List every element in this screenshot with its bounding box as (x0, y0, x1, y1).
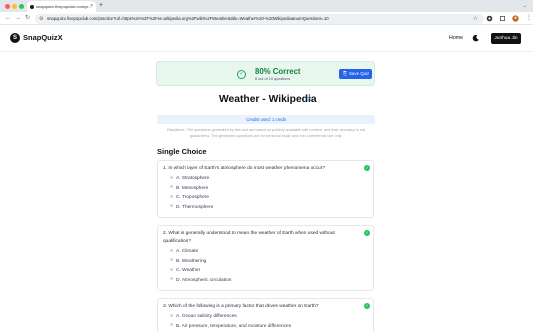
answer-option[interactable]: B. Air pressure, temperature, and moistu… (170, 323, 291, 330)
section-title: Single Choice (157, 147, 207, 156)
question-card: 2. What is generally understood to mean … (157, 225, 374, 291)
score-count: 8 out of 10 questions (255, 77, 291, 81)
maximize-window-dot[interactable] (19, 3, 24, 9)
question-text-continued: qualification? (163, 238, 192, 244)
answer-option[interactable]: C. Weather (170, 267, 200, 274)
downloads-icon[interactable] (499, 15, 506, 22)
logo-text[interactable]: SnapQuizX (23, 33, 63, 43)
profile-avatar-icon[interactable] (512, 15, 519, 22)
forward-icon[interactable]: → (15, 12, 21, 25)
correct-check-icon: ✓ (364, 165, 370, 171)
save-icon: ⎘ (343, 71, 348, 77)
radio-icon (170, 267, 173, 271)
back-icon[interactable]: ← (5, 12, 11, 25)
save-quiz-button[interactable]: ⎘ Save Quiz (339, 69, 372, 79)
browser-tab-bar: snapquizx.fivepopclub.com/pr... × + ⌄ (0, 0, 533, 12)
site-favicon-icon (30, 4, 34, 9)
browser-toolbar: ← → ↻ ⚙ snapquizx.fivepopclub.com/practi… (0, 12, 533, 25)
new-tab-icon[interactable]: + (99, 0, 103, 12)
external-link-icon[interactable] (306, 96, 312, 102)
check-circle-icon: ✓ (237, 69, 246, 79)
radio-icon (170, 323, 173, 327)
address-bar[interactable]: ⚙ snapquizx.fivepopclub.com/practice?url… (35, 13, 484, 24)
credits-used-banner: Credits used: 1 credit (157, 115, 375, 124)
close-window-dot[interactable] (5, 3, 10, 9)
browser-menu-icon[interactable]: ⋮ (526, 12, 532, 25)
radio-icon (170, 175, 173, 179)
answer-option[interactable]: D. Atmospheric circulation (170, 277, 231, 284)
question-text: 1. In which layer of Earth's atmosphere … (163, 166, 325, 171)
answer-option[interactable]: C. Troposphere (170, 194, 209, 201)
address-url: snapquizx.fivepopclub.com/practice?url=h… (47, 15, 329, 21)
score-percent: 80% Correct (255, 67, 301, 76)
question-text: 2. What is generally understood to mean … (163, 231, 335, 236)
browser-tab-active[interactable]: snapquizx.fivepopclub.com/pr... × (27, 1, 96, 12)
correct-check-icon: ✓ (364, 303, 370, 309)
answer-option[interactable]: B. Weathering (170, 258, 206, 265)
answer-option[interactable]: A. Climate (170, 248, 198, 255)
minimize-window-dot[interactable] (12, 3, 17, 9)
bookmark-star-icon[interactable]: ☆ (473, 14, 478, 24)
radio-icon (170, 185, 173, 189)
save-quiz-label: Save Quiz (349, 71, 370, 76)
page-title: Weather - Wikipedia (219, 94, 317, 105)
extension-icon[interactable] (486, 15, 493, 22)
radio-icon (170, 248, 173, 252)
question-card: 3. Which of the following is a primary f… (157, 298, 374, 332)
user-menu-button[interactable]: Junhua Jin (491, 33, 521, 44)
home-link[interactable]: Home (449, 34, 463, 42)
radio-icon (170, 204, 173, 208)
logo-mark-icon[interactable]: S (10, 33, 20, 43)
score-summary-card: ✓ 80% Correct 8 out of 10 questions ⎘ Sa… (156, 61, 375, 86)
question-card: 1. In which layer of Earth's atmosphere … (157, 160, 374, 218)
radio-icon (170, 277, 173, 281)
moon-theme-toggle-icon[interactable] (472, 34, 480, 42)
reload-icon[interactable]: ↻ (25, 12, 30, 25)
disclaimer-text: Disclaimer: The questions generated by t… (166, 128, 366, 138)
radio-icon (170, 313, 173, 317)
answer-option[interactable]: D. Thermosphere (170, 204, 213, 211)
tab-title: snapquizx.fivepopclub.com/pr... (36, 4, 92, 9)
tab-close-icon[interactable]: × (90, 1, 93, 12)
question-text: 3. Which of the following is a primary f… (163, 304, 319, 309)
site-header: S SnapQuizX Home (0, 26, 533, 52)
answer-option[interactable]: A. Stratosphere (170, 175, 209, 182)
answer-option[interactable]: A. Ocean salinity differences (170, 313, 237, 320)
correct-check-icon: ✓ (364, 230, 370, 236)
tab-search-chevron-icon[interactable]: ⌄ (523, 0, 527, 12)
radio-icon (170, 194, 173, 198)
answer-option[interactable]: B. Mesosphere (170, 185, 208, 192)
site-info-icon[interactable]: ⚙ (39, 14, 43, 24)
radio-icon (170, 258, 173, 262)
